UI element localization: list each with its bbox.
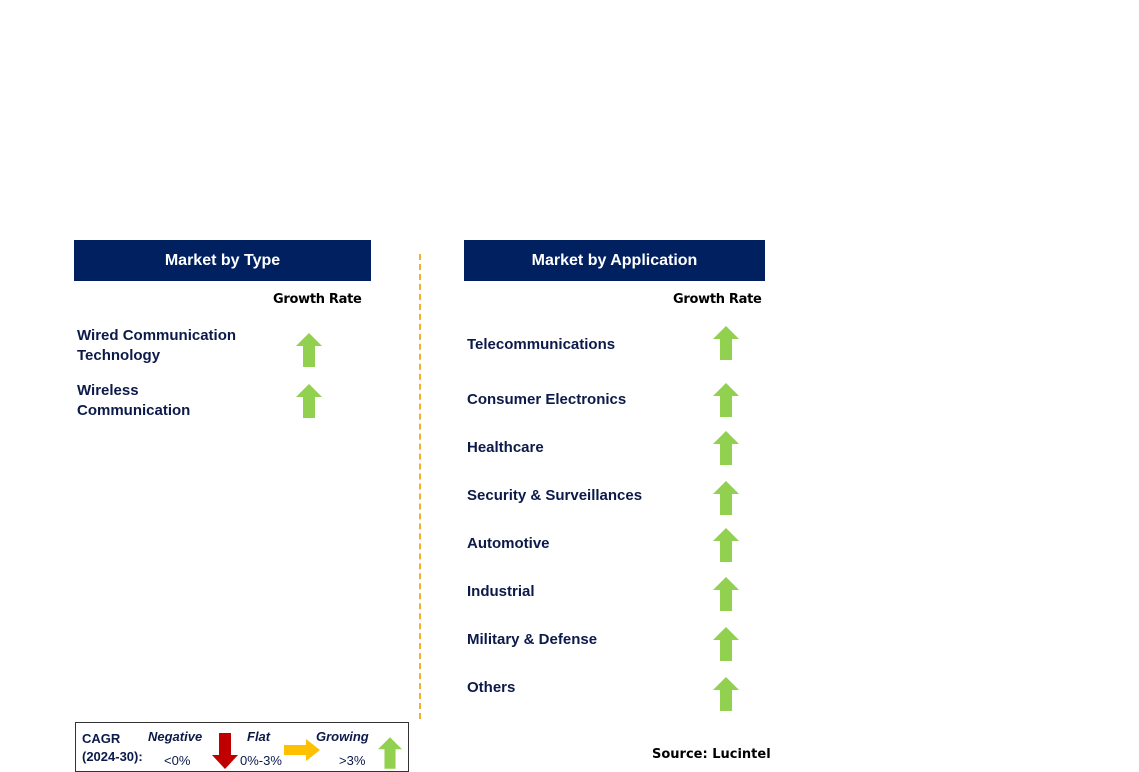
- source-note: Source: Lucintel: [652, 747, 771, 762]
- growing-arrow-icon: [296, 333, 322, 367]
- type-growth-rate-label: Growth Rate: [273, 292, 362, 307]
- flat-arrow-icon: [284, 739, 320, 761]
- cagr-legend: CAGR (2024-30): Negative <0% Flat 0%-3% …: [75, 722, 409, 772]
- application-item: Consumer Electronics: [467, 391, 627, 408]
- legend-period: (2024-30):: [82, 749, 143, 764]
- legend-flat-range: 0%-3%: [240, 753, 282, 768]
- application-item: Healthcare: [467, 439, 544, 456]
- type-item-wired: Wired Communication Technology: [77, 327, 237, 364]
- panel-divider: [419, 254, 421, 719]
- legend-negative: Negative: [148, 729, 203, 744]
- application-panel-header: Market by Application: [464, 240, 765, 281]
- growing-arrow-icon: [713, 627, 739, 661]
- legend-growing-range: >3%: [339, 753, 366, 768]
- legend-cagr: CAGR: [82, 731, 121, 746]
- legend-growing: Growing: [316, 729, 369, 744]
- growing-arrow-icon: [713, 528, 739, 562]
- application-item: Industrial: [467, 583, 535, 600]
- growing-arrow-icon: [713, 577, 739, 611]
- negative-arrow-icon: [212, 733, 238, 769]
- growing-arrow-icon: [713, 326, 739, 360]
- legend-negative-range: <0%: [164, 753, 191, 768]
- growing-arrow-icon: [713, 481, 739, 515]
- growing-arrow-icon: [713, 383, 739, 417]
- application-item: Security & Surveillances: [467, 487, 643, 504]
- type-item-wireless: Wireless Communication: [77, 382, 191, 419]
- application-item: Telecommunications: [467, 336, 616, 353]
- type-panel-header: Market by Type: [74, 240, 371, 281]
- application-item: Military & Defense: [467, 631, 598, 648]
- application-item: Others: [467, 679, 516, 696]
- growing-arrow-icon: [713, 677, 739, 711]
- application-item: Automotive: [467, 535, 550, 552]
- growing-arrow-icon: [378, 737, 402, 769]
- growing-arrow-icon: [713, 431, 739, 465]
- growing-arrow-icon: [296, 384, 322, 418]
- legend-flat: Flat: [247, 729, 271, 744]
- application-growth-rate-label: Growth Rate: [673, 292, 762, 307]
